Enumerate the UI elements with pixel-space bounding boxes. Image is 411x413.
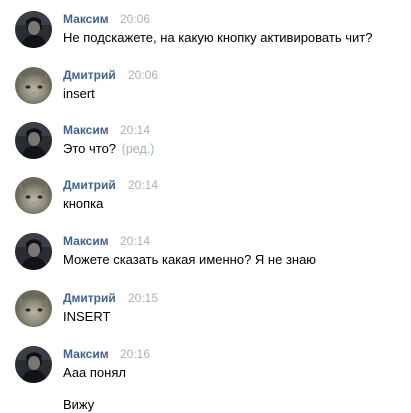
timestamp[interactable]: 20:14 [128, 178, 158, 192]
person-photo-icon [15, 11, 52, 48]
cat-photo-icon [15, 177, 52, 214]
author-name[interactable]: Дмитрий [63, 178, 116, 192]
message-item: Максим 20:14 Это что? (ред.) [15, 122, 405, 170]
person-photo-icon [15, 346, 52, 383]
message-text: Можете сказать какая именно? Я не знаю [63, 252, 317, 267]
person-photo-icon [15, 122, 52, 159]
author-name[interactable]: Максим [63, 347, 109, 361]
message-text: INSERT [63, 309, 111, 324]
message-text: Это что? [63, 141, 117, 156]
maksim-avatar[interactable] [15, 233, 52, 270]
message-text: Ааа понял [63, 365, 126, 380]
edited-mark[interactable]: (ред.) [122, 142, 155, 156]
author-name[interactable]: Максим [63, 123, 109, 137]
message-feed: Максим 20:06 Не подскажете, на какую кно… [0, 0, 411, 413]
timestamp[interactable]: 20:06 [120, 12, 150, 26]
dmitriy-cat-avatar[interactable] [15, 177, 52, 214]
timestamp[interactable]: 20:16 [120, 347, 150, 361]
message-text-followup: Вижу [63, 397, 95, 412]
maksim-avatar[interactable] [15, 346, 52, 383]
person-photo-icon [15, 233, 52, 270]
message-text-wrapper: Это что? (ред.) [63, 141, 154, 157]
timestamp[interactable]: 20:15 [128, 291, 158, 305]
author-name[interactable]: Дмитрий [63, 291, 116, 305]
maksim-avatar[interactable] [15, 11, 52, 48]
timestamp[interactable]: 20:06 [128, 68, 158, 82]
message-item: Дмитрий 20:15 INSERT [15, 290, 405, 338]
cat-photo-icon [15, 290, 52, 327]
author-name[interactable]: Дмитрий [63, 68, 116, 82]
message-item: Дмитрий 20:06 insert [15, 67, 405, 115]
author-name[interactable]: Максим [63, 12, 109, 26]
cat-photo-icon [15, 67, 52, 104]
dmitriy-cat-avatar[interactable] [15, 290, 52, 327]
maksim-avatar[interactable] [15, 122, 52, 159]
message-item: Максим 20:16 Ааа понял Вижу [15, 346, 405, 412]
dmitriy-cat-avatar[interactable] [15, 67, 52, 104]
message-text: кнопка [63, 196, 104, 211]
message-text: Не подскажете, на какую кнопку активиров… [63, 30, 373, 45]
message-text: insert [63, 86, 95, 101]
author-name[interactable]: Максим [63, 234, 109, 248]
message-item: Максим 20:06 Не подскажете, на какую кно… [15, 11, 405, 59]
timestamp[interactable]: 20:14 [120, 234, 150, 248]
message-item: Дмитрий 20:14 кнопка [15, 177, 405, 225]
timestamp[interactable]: 20:14 [120, 123, 150, 137]
message-item: Максим 20:14 Можете сказать какая именно… [15, 233, 405, 281]
